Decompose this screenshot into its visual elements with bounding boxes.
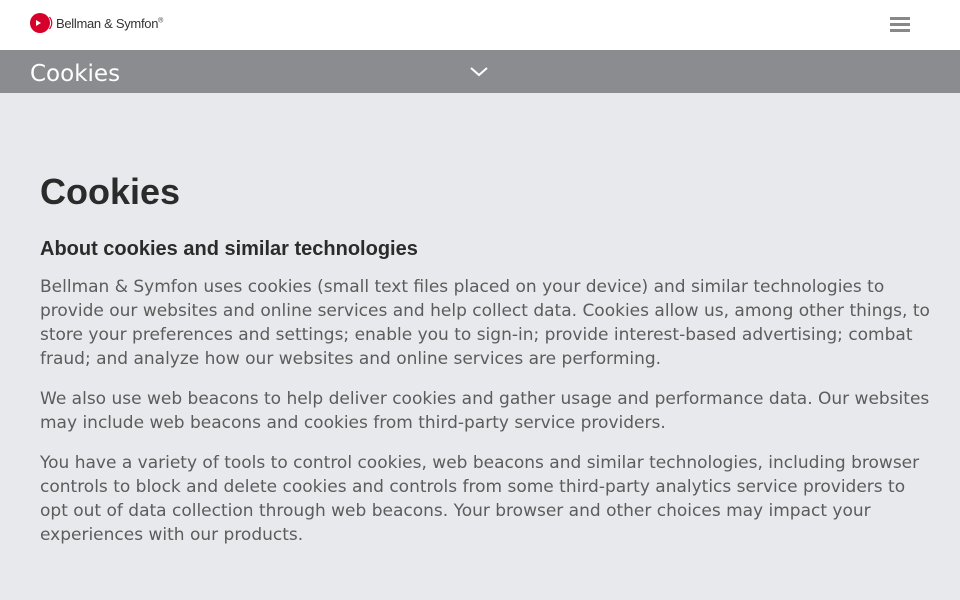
top-bar: Bellman & Symfon®: [0, 0, 960, 50]
paragraph-web-beacons: We also use web beacons to help deliver …: [40, 389, 930, 433]
brand-logo[interactable]: Bellman & Symfon®: [30, 11, 163, 35]
brand-name: Bellman & Symfon®: [56, 15, 163, 31]
paragraph-controls: You have a variety of tools to control c…: [40, 453, 920, 545]
section-heading: About cookies and similar technologies: [40, 238, 418, 260]
hamburger-menu-icon[interactable]: [890, 17, 914, 35]
paragraph-cookies-intro: Bellman & Symfon uses cookies (small tex…: [40, 277, 930, 369]
chevron-down-icon[interactable]: [469, 66, 489, 78]
main-content: Cookies About cookies and similar techno…: [40, 170, 930, 563]
section-dropdown[interactable]: Cookies: [0, 50, 960, 93]
page-title: Cookies: [40, 171, 181, 212]
bellman-logo-icon: [30, 13, 53, 33]
section-dropdown-label: Cookies: [30, 61, 121, 87]
